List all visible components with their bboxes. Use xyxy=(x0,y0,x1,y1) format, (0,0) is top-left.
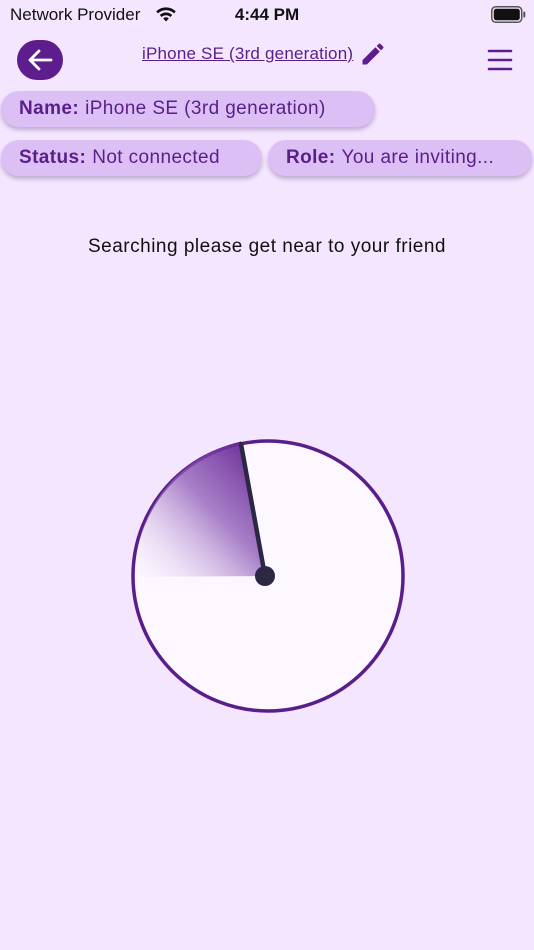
searching-message: Searching please get near to your friend xyxy=(88,236,446,257)
radar-hub xyxy=(255,566,275,586)
role-chip[interactable]: Role: You are inviting... xyxy=(268,140,532,176)
role-chip-value: You are inviting... xyxy=(341,147,495,168)
name-chip-label: Name: xyxy=(19,98,80,119)
status-bar: Network Provider 4:44 PM xyxy=(0,0,534,30)
role-chip-label: Role: xyxy=(286,147,336,168)
name-chip[interactable]: Name: iPhone SE (3rd generation) xyxy=(1,91,375,127)
arrow-left-icon xyxy=(28,49,53,71)
menu-icon[interactable] xyxy=(486,48,514,72)
status-chip-value: Not connected xyxy=(92,147,220,168)
clock: 4:44 PM xyxy=(234,5,300,24)
device-title-group[interactable]: iPhone SE (3rd generation) xyxy=(142,40,387,68)
radar-scanner-icon xyxy=(131,439,405,713)
status-chip[interactable]: Status: Not connected xyxy=(1,140,262,176)
back-button[interactable] xyxy=(17,40,63,80)
battery-icon xyxy=(491,6,526,23)
status-chip-label: Status: xyxy=(19,147,87,168)
name-chip-value: iPhone SE (3rd generation) xyxy=(85,98,326,119)
pencil-icon[interactable] xyxy=(359,40,387,68)
device-title[interactable]: iPhone SE (3rd generation) xyxy=(142,44,353,64)
